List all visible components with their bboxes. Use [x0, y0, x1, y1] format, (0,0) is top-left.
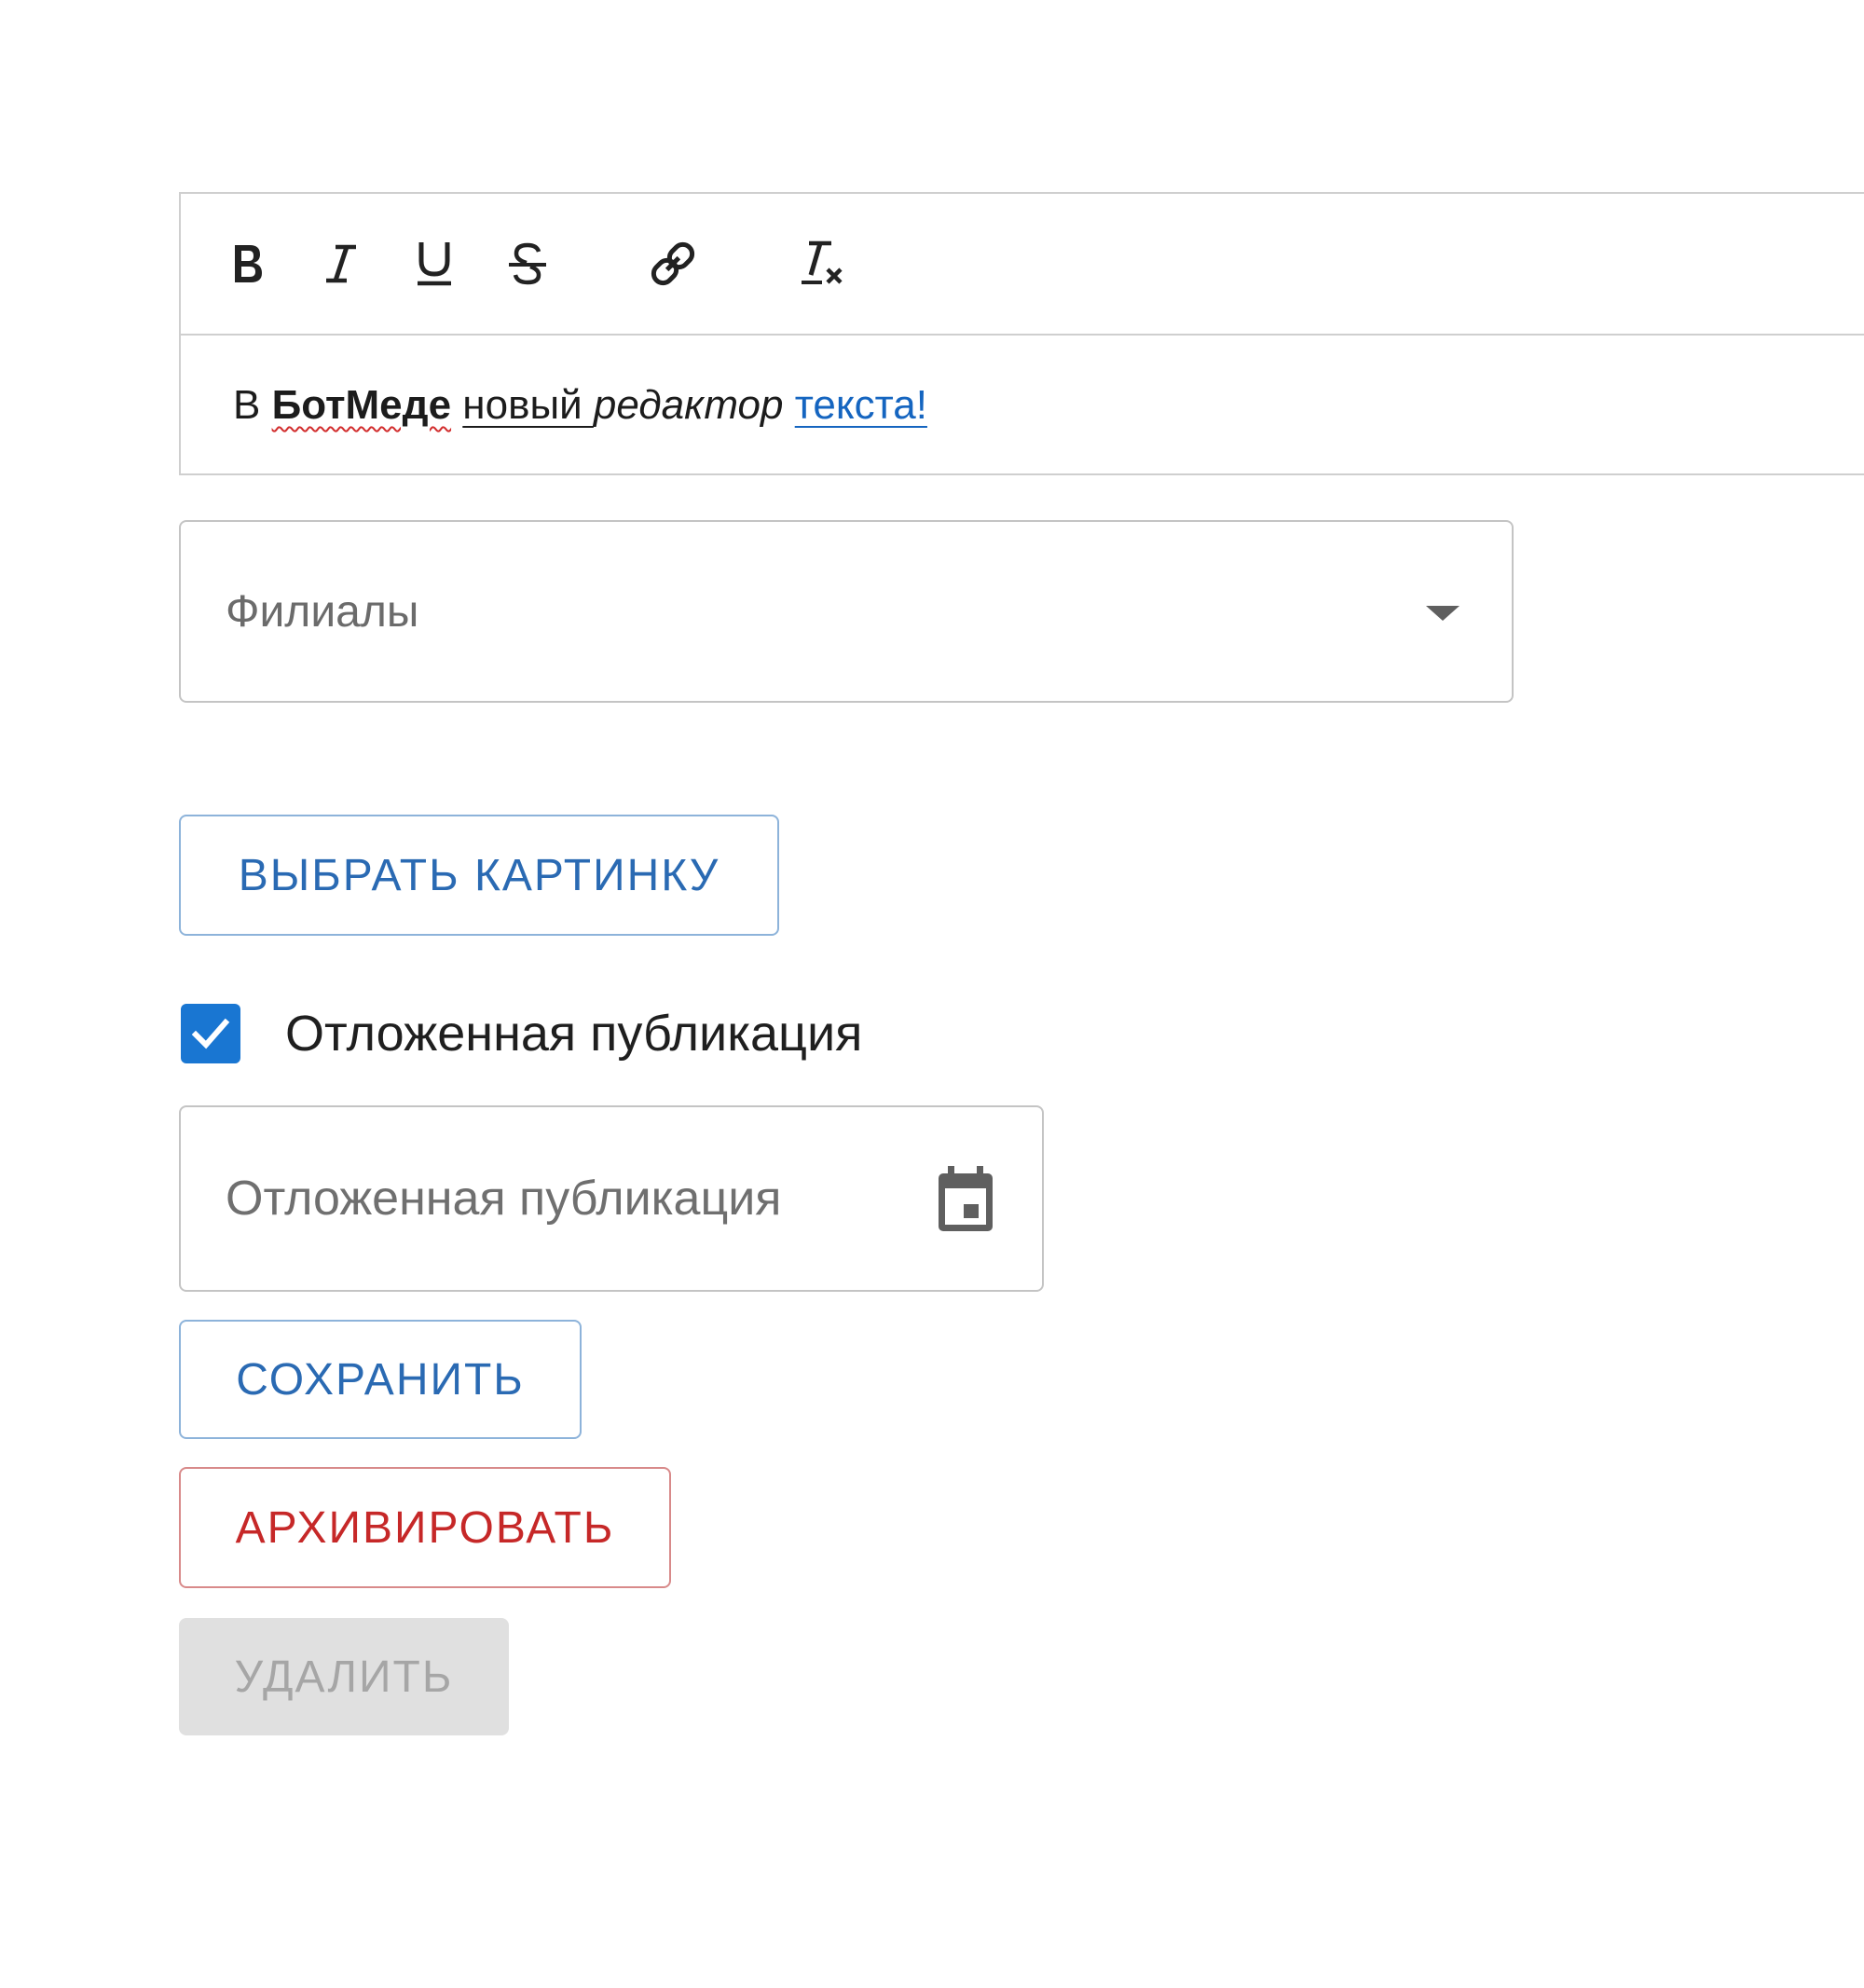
underline-icon	[418, 242, 451, 286]
editor-text-link[interactable]: текста!	[795, 382, 927, 429]
branches-select-placeholder: Филиалы	[226, 586, 419, 637]
strikethrough-icon	[509, 242, 546, 285]
rich-text-editor: В БотМеде новый редактор текста!	[179, 192, 1864, 475]
editor-text-plain: В	[233, 382, 272, 428]
bold-button[interactable]	[211, 194, 285, 334]
delete-button: УДАЛИТЬ	[179, 1618, 509, 1735]
branches-select[interactable]: Филиалы	[179, 520, 1514, 703]
clear-format-button[interactable]	[785, 194, 859, 334]
underline-button[interactable]	[397, 194, 472, 334]
italic-button[interactable]	[304, 194, 378, 334]
link-icon	[651, 241, 695, 286]
delayed-publication-label: Отложенная публикация	[285, 1006, 863, 1062]
editor-text-space-2	[783, 382, 794, 429]
choose-image-button[interactable]: ВЫБРАТЬ КАРТИНКУ	[179, 815, 779, 936]
checkmark-icon	[191, 1018, 230, 1049]
link-button[interactable]	[636, 194, 710, 334]
strikethrough-button[interactable]	[490, 194, 565, 334]
editor-text-underlined: новый	[462, 382, 594, 428]
editor-text-space	[451, 382, 462, 429]
save-button[interactable]: СОХРАНИТЬ	[179, 1320, 582, 1439]
chevron-down-icon	[1426, 606, 1460, 621]
delayed-publication-checkbox[interactable]	[181, 1004, 240, 1063]
calendar-button[interactable]	[928, 1161, 1003, 1236]
clear-format-icon	[802, 240, 843, 284]
archive-button[interactable]: АРХИВИРОВАТЬ	[179, 1467, 671, 1588]
editor-text-bold: БотМеде	[271, 382, 452, 428]
editor-content[interactable]: В БотМеде новый редактор текста!	[181, 336, 1864, 475]
italic-icon	[326, 244, 356, 283]
bold-icon	[235, 245, 262, 282]
delayed-publication-date-field	[179, 1105, 1044, 1292]
delayed-publication-checkbox-row[interactable]: Отложенная публикация	[181, 1003, 862, 1064]
delayed-publication-date-input[interactable]	[181, 1170, 917, 1227]
editor-toolbar	[181, 194, 1864, 336]
editor-text-italic: редактор	[593, 382, 784, 428]
calendar-icon	[939, 1166, 993, 1231]
